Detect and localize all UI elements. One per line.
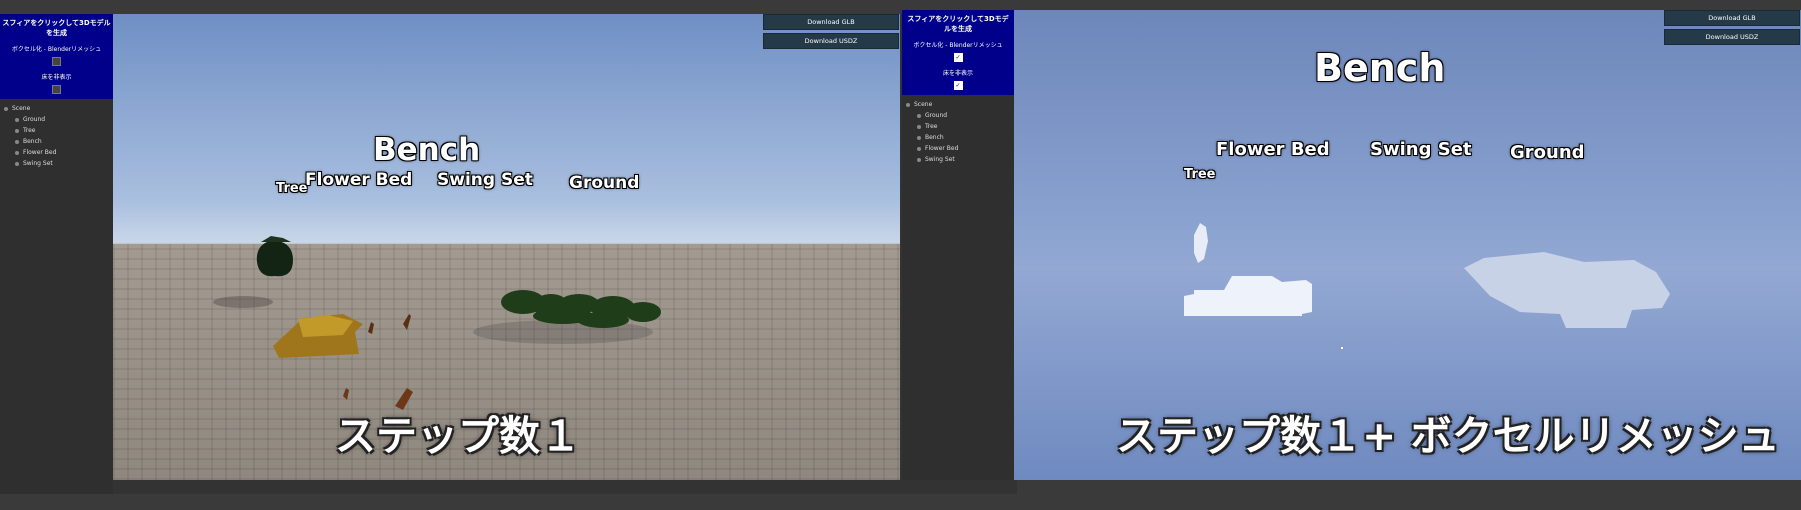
voxel-remesh-checkbox[interactable] <box>52 57 61 66</box>
3d-viewport[interactable]: Download GLB Download USDZ Bench Flower … <box>1014 10 1801 480</box>
node-dot-icon <box>917 135 921 140</box>
swing-part <box>368 322 374 334</box>
tree-label[interactable]: Tree <box>1184 167 1215 182</box>
tree-item-swing-set[interactable]: Swing Set <box>906 154 1014 165</box>
node-dot-icon <box>15 150 19 155</box>
tree-model[interactable] <box>256 236 293 277</box>
tree-item-label: Flower Bed <box>23 149 57 156</box>
tree-item-scene[interactable]: Scene <box>906 99 1014 110</box>
voxel-remesh-label: ボクセル化 - Blenderリメッシュ <box>11 46 102 53</box>
node-dot-icon <box>906 102 910 107</box>
tree-item-label: Scene <box>914 101 933 108</box>
download-glb-button[interactable]: Download GLB <box>763 14 899 30</box>
ground-label[interactable]: Ground <box>1510 142 1585 163</box>
tree-item-ground[interactable]: Ground <box>906 110 1014 121</box>
download-glb-button[interactable]: Download GLB <box>1664 10 1800 26</box>
node-dot-icon <box>4 106 8 111</box>
swing-set-label[interactable]: Swing Set <box>1370 139 1472 160</box>
voxel-tree-model[interactable] <box>1194 223 1208 263</box>
node-dot-icon <box>15 139 19 144</box>
tree-item-label: Bench <box>23 138 42 145</box>
swing-part <box>403 314 411 330</box>
voxel-fragment <box>1341 347 1343 349</box>
node-dot-icon <box>917 146 921 151</box>
voxel-bench-model[interactable] <box>1184 276 1312 316</box>
node-dot-icon <box>15 128 19 133</box>
bench-label[interactable]: Bench <box>373 132 480 168</box>
tree-item-label: Tree <box>23 127 36 134</box>
voxel-remesh-label: ボクセル化 - Blenderリメッシュ <box>913 42 1003 49</box>
tree-item-label: Ground <box>23 116 46 123</box>
download-usdz-button[interactable]: Download USDZ <box>1664 29 1800 45</box>
voxel-remesh-checkbox[interactable]: ✓ <box>953 53 963 62</box>
sidebar-title: スフィアをクリックして3Dモデルを生成 <box>907 15 1009 33</box>
node-dot-icon <box>917 124 921 129</box>
flower-bed-label[interactable]: Flower Bed <box>305 170 412 190</box>
tree-item-tree[interactable]: Tree <box>4 125 113 136</box>
flower-bed-label[interactable]: Flower Bed <box>1216 139 1330 160</box>
tree-item-label: Scene <box>12 105 31 112</box>
sidebar-title: スフィアをクリックして3Dモデルを生成 <box>2 19 111 37</box>
hide-floor-checkbox[interactable] <box>52 85 61 94</box>
scene-tree: Scene Ground Tree Bench Flower Bed Swing… <box>0 99 113 169</box>
left-app-window: スフィアをクリックして3Dモデルを生成 ボクセル化 - Blenderリメッシュ… <box>0 14 1017 494</box>
right-app-window: スフィアをクリックして3Dモデルを生成 ボクセル化 - Blenderリメッシュ… <box>902 10 1801 480</box>
scene-tree: Scene Ground Tree Bench Flower Bed Swing… <box>902 95 1014 165</box>
step-caption: ステップ数１+ ボクセルリメッシュ <box>1116 412 1780 460</box>
voxel-flower-bed-model[interactable] <box>1464 252 1670 328</box>
tree-item-label: Flower Bed <box>925 145 959 152</box>
tree-item-label: Swing Set <box>925 156 955 163</box>
hide-floor-label: 床を非表示 <box>942 70 973 77</box>
tree-item-flower-bed[interactable]: Flower Bed <box>4 147 113 158</box>
tree-item-tree[interactable]: Tree <box>906 121 1014 132</box>
tree-label[interactable]: Tree <box>276 181 307 196</box>
node-dot-icon <box>15 117 19 122</box>
tree-item-label: Bench <box>925 134 944 141</box>
tree-item-flower-bed[interactable]: Flower Bed <box>906 143 1014 154</box>
ground-label[interactable]: Ground <box>569 173 639 193</box>
hide-floor-checkbox[interactable]: ✓ <box>953 81 963 90</box>
tree-item-ground[interactable]: Ground <box>4 114 113 125</box>
tree-item-scene[interactable]: Scene <box>4 103 113 114</box>
bench-label[interactable]: Bench <box>1314 46 1445 90</box>
3d-viewport[interactable]: Download GLB Download USDZ Bench Flower … <box>113 14 900 480</box>
swing-set-label[interactable]: Swing Set <box>437 170 533 190</box>
swing-part <box>343 388 349 400</box>
download-usdz-button[interactable]: Download USDZ <box>763 33 899 49</box>
sidebar: スフィアをクリックして3Dモデルを生成 ボクセル化 - Blenderリメッシュ… <box>902 10 1014 480</box>
node-dot-icon <box>917 113 921 118</box>
node-dot-icon <box>15 161 19 166</box>
settings-box: スフィアをクリックして3Dモデルを生成 ボクセル化 - Blenderリメッシュ… <box>0 14 113 99</box>
hide-floor-label: 床を非表示 <box>41 74 72 81</box>
tree-item-swing-set[interactable]: Swing Set <box>4 158 113 169</box>
bench-model[interactable] <box>273 314 363 358</box>
sidebar: スフィアをクリックして3Dモデルを生成 ボクセル化 - Blenderリメッシュ… <box>0 14 113 494</box>
tree-item-bench[interactable]: Bench <box>906 132 1014 143</box>
tree-item-label: Tree <box>925 123 938 130</box>
tree-item-label: Ground <box>925 112 948 119</box>
settings-box: スフィアをクリックして3Dモデルを生成 ボクセル化 - Blenderリメッシュ… <box>902 10 1014 95</box>
tree-shadow <box>213 296 273 308</box>
tree-item-bench[interactable]: Bench <box>4 136 113 147</box>
tree-item-label: Swing Set <box>23 160 53 167</box>
step-caption: ステップ数１ <box>335 412 581 460</box>
node-dot-icon <box>917 157 921 162</box>
